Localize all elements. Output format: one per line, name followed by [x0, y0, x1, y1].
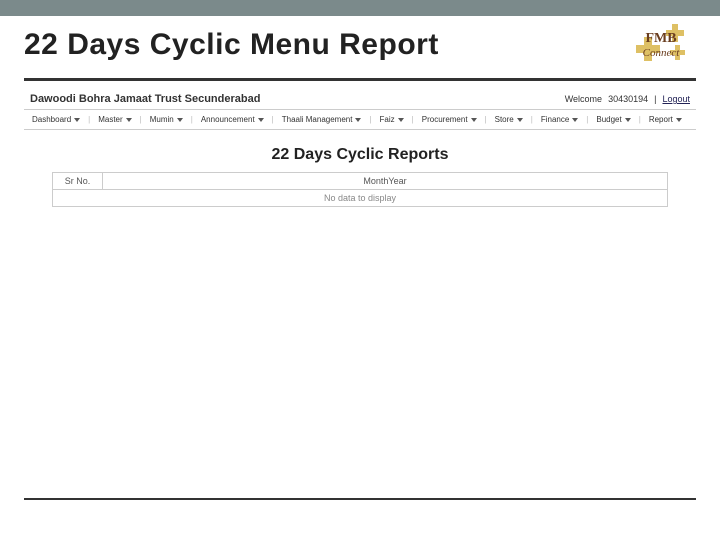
- menu-label: Dashboard: [32, 115, 71, 124]
- chevron-down-icon: [355, 118, 361, 122]
- empty-message: No data to display: [53, 190, 668, 207]
- slide-bottomline: [24, 498, 696, 500]
- menu-separator: |: [637, 115, 643, 124]
- menu-separator: |: [367, 115, 373, 124]
- menu-procurement[interactable]: Procurement: [418, 114, 481, 125]
- menu-label: Report: [649, 115, 673, 124]
- menu-separator: |: [86, 115, 92, 124]
- table-header-row: Sr No. MonthYear: [53, 173, 668, 190]
- menu-separator: |: [410, 115, 416, 124]
- welcome-prefix: Welcome: [565, 94, 602, 104]
- menu-separator: |: [138, 115, 144, 124]
- title-underline: [24, 78, 696, 81]
- fmb-connect-icon: FMB Connect: [626, 20, 696, 70]
- logo-text-top: FMB: [645, 31, 676, 46]
- menu-budget[interactable]: Budget: [592, 114, 634, 125]
- menu-separator: |: [270, 115, 276, 124]
- menu-label: Finance: [541, 115, 569, 124]
- col-monthyear: MonthYear: [103, 173, 668, 190]
- chevron-down-icon: [177, 118, 183, 122]
- menu-faiz[interactable]: Faiz: [376, 114, 408, 125]
- menu-mumin[interactable]: Mumin: [146, 114, 187, 125]
- menu-separator: |: [529, 115, 535, 124]
- menu-master[interactable]: Master: [94, 114, 135, 125]
- menu-finance[interactable]: Finance: [537, 114, 582, 125]
- menu-label: Thaali Management: [282, 115, 353, 124]
- chevron-down-icon: [625, 118, 631, 122]
- chevron-down-icon: [676, 118, 682, 122]
- menu-label: Mumin: [150, 115, 174, 124]
- chevron-down-icon: [517, 118, 523, 122]
- logo-fmb-connect: FMB Connect: [626, 20, 696, 70]
- chevron-down-icon: [471, 118, 477, 122]
- pipe: |: [654, 94, 656, 104]
- chevron-down-icon: [398, 118, 404, 122]
- menu-label: Master: [98, 115, 122, 124]
- chevron-down-icon: [126, 118, 132, 122]
- report-heading: 22 Days Cyclic Reports: [24, 146, 696, 164]
- logout-link[interactable]: Logout: [662, 94, 690, 104]
- slide-title: 22 Days Cyclic Menu Report: [24, 28, 439, 62]
- user-id: 30430194: [608, 94, 648, 104]
- welcome-area: Welcome 30430194 | Logout: [565, 94, 690, 104]
- chevron-down-icon: [74, 118, 80, 122]
- menu-label: Announcement: [201, 115, 255, 124]
- menu-label: Budget: [596, 115, 621, 124]
- app-header: Dawoodi Bohra Jamaat Trust Secunderabad …: [24, 89, 696, 110]
- report-table-wrap: Sr No. MonthYear No data to display: [52, 172, 668, 207]
- app-screenshot: Dawoodi Bohra Jamaat Trust Secunderabad …: [24, 89, 696, 207]
- menubar: Dashboard | Master | Mumin | Announcemen…: [24, 110, 696, 130]
- menu-label: Procurement: [422, 115, 468, 124]
- title-row: 22 Days Cyclic Menu Report FMB Connect: [0, 16, 720, 78]
- chevron-down-icon: [572, 118, 578, 122]
- menu-thaali-management[interactable]: Thaali Management: [278, 114, 366, 125]
- menu-separator: |: [189, 115, 195, 124]
- menu-announcement[interactable]: Announcement: [197, 114, 268, 125]
- menu-report[interactable]: Report: [645, 114, 686, 125]
- menu-dashboard[interactable]: Dashboard: [28, 114, 84, 125]
- org-name: Dawoodi Bohra Jamaat Trust Secunderabad: [30, 93, 260, 105]
- menu-label: Faiz: [380, 115, 395, 124]
- chevron-down-icon: [258, 118, 264, 122]
- logo-text-bottom: Connect: [643, 47, 681, 59]
- table-row: No data to display: [53, 190, 668, 207]
- slide-topbar: [0, 0, 720, 16]
- col-srno: Sr No.: [53, 173, 103, 190]
- menu-label: Store: [495, 115, 514, 124]
- report-table: Sr No. MonthYear No data to display: [52, 172, 668, 207]
- menu-separator: |: [483, 115, 489, 124]
- slide: 22 Days Cyclic Menu Report FMB Connect D…: [0, 0, 720, 540]
- menu-store[interactable]: Store: [491, 114, 527, 125]
- menu-separator: |: [584, 115, 590, 124]
